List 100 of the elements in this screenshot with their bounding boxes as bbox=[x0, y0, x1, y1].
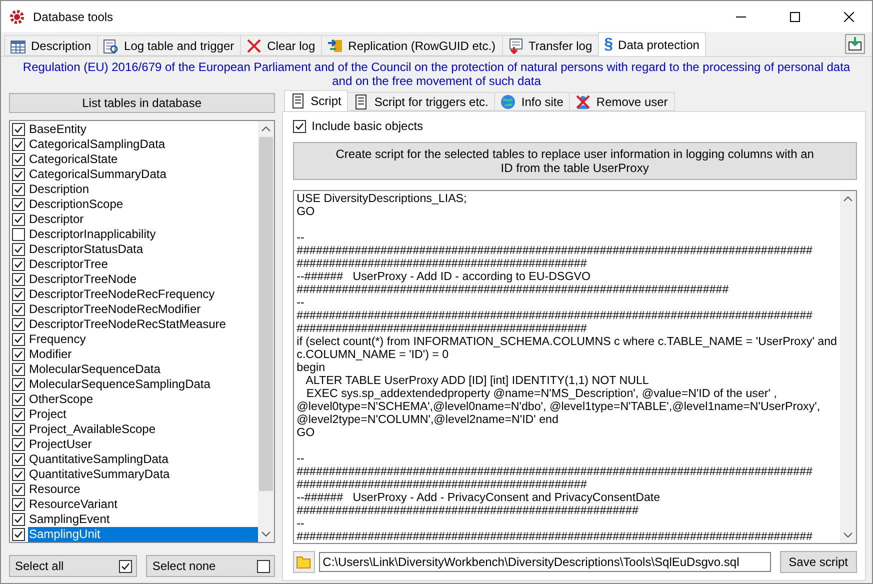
checkbox[interactable] bbox=[12, 213, 25, 226]
open-folder-button[interactable] bbox=[292, 551, 315, 573]
window-title: Database tools bbox=[33, 10, 114, 24]
checkbox[interactable] bbox=[12, 453, 25, 466]
checkbox[interactable] bbox=[12, 498, 25, 511]
checkbox[interactable] bbox=[12, 243, 25, 256]
table-name[interactable]: DescriptorStatusData bbox=[28, 242, 144, 257]
checkbox[interactable] bbox=[12, 168, 25, 181]
code-line: ############################################# bbox=[296, 322, 587, 335]
select-none-button[interactable]: Select none bbox=[146, 555, 275, 577]
table-name[interactable]: Project_AvailableScope bbox=[28, 422, 157, 437]
checkbox[interactable] bbox=[12, 363, 25, 376]
table-name[interactable]: DescriptorTreeNodeRecModifier bbox=[28, 302, 202, 317]
table-name[interactable]: Frequency bbox=[28, 332, 87, 347]
checkbox[interactable] bbox=[292, 120, 306, 132]
document-arrow-icon bbox=[508, 38, 524, 54]
scrollbar[interactable] bbox=[840, 191, 856, 543]
table-name[interactable]: CategoricalSamplingData bbox=[28, 137, 166, 152]
tab[interactable]: Script for triggers etc. bbox=[347, 92, 496, 111]
folder-icon bbox=[296, 555, 312, 569]
table-name[interactable]: Description bbox=[28, 182, 90, 197]
close-icon bbox=[844, 12, 854, 22]
checkbox[interactable] bbox=[12, 153, 25, 166]
code-line: ############################################# bbox=[296, 478, 587, 491]
globe-icon bbox=[500, 94, 516, 110]
table-name[interactable]: Modifier bbox=[28, 347, 73, 362]
code-line: c.COLUMN_NAME = 'ID') = 0 bbox=[296, 348, 449, 361]
checkbox[interactable] bbox=[12, 303, 25, 316]
checkbox[interactable] bbox=[12, 423, 25, 436]
table-icon bbox=[10, 38, 26, 54]
scrollbar[interactable] bbox=[258, 121, 274, 542]
code-line: ################################################################################ bbox=[296, 465, 812, 478]
checkbox[interactable] bbox=[12, 333, 25, 346]
checkbox[interactable] bbox=[12, 198, 25, 211]
table-name[interactable]: ProjectUser bbox=[28, 437, 93, 452]
table-name[interactable]: MolecularSequenceSamplingData bbox=[28, 377, 212, 392]
table-name[interactable]: Descriptor bbox=[28, 212, 85, 227]
checkbox[interactable] bbox=[12, 123, 25, 136]
table-name[interactable]: QuantitativeSamplingData bbox=[28, 452, 170, 467]
checkbox[interactable] bbox=[12, 258, 25, 271]
tab[interactable]: Clear log bbox=[240, 35, 322, 56]
checkbox[interactable] bbox=[12, 138, 25, 151]
script-text-area[interactable] bbox=[292, 190, 857, 544]
table-name[interactable]: Resource bbox=[28, 482, 82, 497]
table-name[interactable]: CategoricalSummaryData bbox=[28, 167, 168, 182]
checkbox[interactable] bbox=[12, 408, 25, 421]
checkbox[interactable] bbox=[12, 393, 25, 406]
tab[interactable]: Script bbox=[284, 90, 348, 111]
export-mail-button[interactable] bbox=[845, 34, 865, 54]
table-name[interactable]: DescriptorTreeNodeRecFrequency bbox=[28, 287, 216, 302]
table-name[interactable]: SamplingEvent bbox=[28, 512, 111, 527]
table-name[interactable]: MolecularSequenceData bbox=[28, 362, 162, 377]
table-name[interactable]: SamplingUnit bbox=[28, 527, 258, 542]
table-name[interactable]: DescriptorInapplicability bbox=[28, 227, 157, 242]
code-line: --###### UserProxy - Add - PrivacyConsent and PrivacyConsentDate bbox=[296, 491, 660, 504]
table-name[interactable]: OtherScope bbox=[28, 392, 94, 407]
save-script-button[interactable]: Save script bbox=[780, 551, 857, 573]
table-name[interactable]: Project bbox=[28, 407, 68, 422]
table-name[interactable]: QuantitativeSummaryData bbox=[28, 467, 171, 482]
tab[interactable]: Description bbox=[4, 35, 98, 56]
table-name[interactable]: DescriptorTree bbox=[28, 257, 109, 272]
tab[interactable]: Log table and trigger bbox=[97, 35, 242, 56]
cross-icon bbox=[246, 38, 262, 54]
checkbox[interactable] bbox=[12, 438, 25, 451]
table-name[interactable]: CategoricalState bbox=[28, 152, 119, 167]
tab[interactable]: Replication (RowGUID etc.) bbox=[321, 35, 503, 56]
table-name[interactable]: DescriptorTreeNodeRecStatMeasure bbox=[28, 317, 227, 332]
table-name[interactable]: DescriptorTreeNode bbox=[28, 272, 138, 287]
code-line: ################################################################### bbox=[296, 283, 729, 296]
checkbox[interactable] bbox=[12, 228, 25, 241]
sync-icon bbox=[327, 38, 344, 54]
code-line: -- bbox=[296, 517, 304, 530]
checkbox[interactable] bbox=[12, 348, 25, 361]
table-name[interactable]: DescriptionScope bbox=[28, 197, 124, 212]
table-name[interactable]: ResourceVariant bbox=[28, 497, 118, 512]
tab[interactable]: Info site bbox=[494, 92, 570, 111]
list-tables-button[interactable]: List tables in database bbox=[9, 93, 275, 113]
checkbox[interactable] bbox=[12, 288, 25, 301]
file-path-field[interactable]: C:\Users\Link\DiversityWorkbench\DiversityDescriptions\Tools\SqlEuDsgvo.sql bbox=[318, 552, 771, 572]
table-name[interactable]: BaseEntity bbox=[28, 122, 88, 137]
regulation-text: Regulation (EU) 2016/679 of the European Parliament and of the Council on the protection of natural persons with regard to the processing of personal data and on the free movement of such data bbox=[22, 59, 852, 90]
code-line: @level2type=N'COLUMN',@level2name=N'ID' end bbox=[296, 413, 558, 426]
checkbox[interactable] bbox=[12, 468, 25, 481]
checkbox[interactable] bbox=[12, 318, 25, 331]
select-all-button[interactable]: Select all bbox=[9, 555, 138, 577]
checkbox[interactable] bbox=[12, 273, 25, 286]
checkbox[interactable] bbox=[12, 528, 25, 541]
checkbox[interactable] bbox=[12, 513, 25, 526]
code-line: -- bbox=[296, 296, 304, 309]
checkbox[interactable] bbox=[12, 183, 25, 196]
code-line: -- bbox=[296, 452, 304, 465]
code-line: ################################################################################ bbox=[296, 530, 812, 543]
crossed-user-icon bbox=[575, 94, 592, 110]
tab[interactable]: § Data protection bbox=[598, 32, 706, 56]
tab[interactable]: Remove user bbox=[569, 92, 675, 111]
checkbox[interactable] bbox=[12, 483, 25, 496]
code-line: ALTER TABLE UserProxy ADD [ID] [int] IDENTITY(1,1) NOT NULL bbox=[304, 374, 649, 387]
create-script-button[interactable]: Create script for the selected tables to replace user information in logging columns with an ID from the table UserProxy bbox=[292, 142, 857, 180]
tab[interactable]: Transfer log bbox=[502, 35, 600, 56]
checkbox[interactable] bbox=[12, 378, 25, 391]
